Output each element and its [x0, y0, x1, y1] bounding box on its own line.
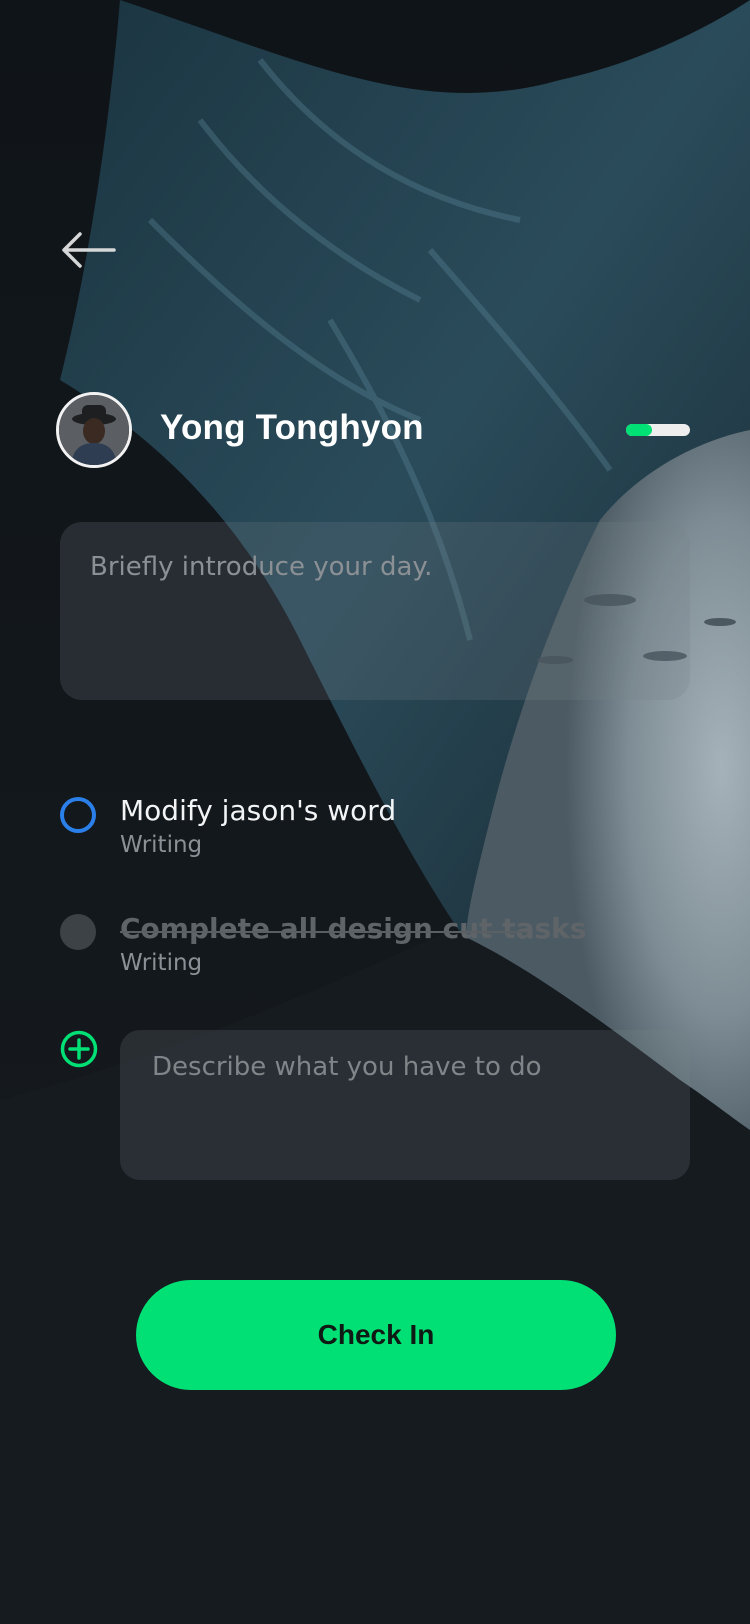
- add-task-button[interactable]: [60, 1030, 98, 1068]
- task-checkbox-unchecked[interactable]: [60, 797, 96, 833]
- task-category: Writing: [120, 950, 203, 976]
- arrow-left-icon: [62, 232, 116, 268]
- person-icon: [59, 395, 129, 465]
- strikethrough-line: [120, 931, 526, 933]
- back-button[interactable]: [56, 228, 120, 272]
- day-intro-input[interactable]: [60, 522, 690, 700]
- task-category: Writing: [120, 832, 203, 858]
- user-name: Yong Tonghyon: [160, 408, 424, 447]
- status-toggle[interactable]: [626, 424, 690, 436]
- avatar[interactable]: [56, 392, 132, 468]
- toggle-knob: [626, 424, 652, 436]
- task-title-text: Complete all design cut tasks: [120, 912, 587, 945]
- new-task-input[interactable]: [120, 1030, 690, 1180]
- task-checkbox-checked[interactable]: [60, 914, 96, 950]
- task-title-completed: Complete all design cut tasks: [120, 912, 586, 945]
- plus-circle-icon: [60, 1030, 98, 1068]
- task-title: Modify jason's word: [120, 794, 397, 827]
- check-in-button[interactable]: Check In: [136, 1280, 616, 1390]
